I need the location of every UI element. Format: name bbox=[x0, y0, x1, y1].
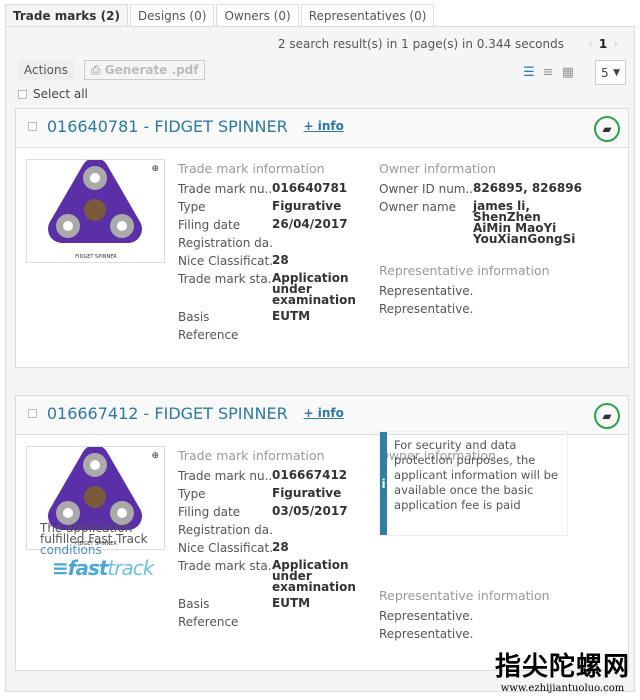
more-info-link[interactable]: + info bbox=[304, 119, 344, 133]
watermark: 指尖陀螺网 www.ezhijiantuoluo.com bbox=[495, 646, 630, 694]
spinner-caption: FIDGET SPINNER bbox=[75, 254, 117, 260]
pdf-icon: ⎙ bbox=[91, 63, 105, 77]
tab-owners[interactable]: Owners (0) bbox=[216, 4, 299, 27]
field-label: Trade mark nu... bbox=[178, 470, 272, 483]
field-label: Registration da... bbox=[178, 524, 272, 537]
grid-icon[interactable]: ▦ bbox=[562, 65, 574, 80]
fasttrack-note: The application fulfilled Fast Track con… bbox=[40, 522, 160, 557]
field-value: james li, ShenZhen AiMin MaoYi YouXianGo… bbox=[473, 199, 576, 246]
field-label: Type bbox=[178, 201, 206, 214]
field-label: Filing date bbox=[178, 506, 241, 519]
field-label: Reference bbox=[178, 616, 239, 629]
generate-pdf-label: Generate .pdf bbox=[104, 63, 199, 77]
field-label: Representative... bbox=[379, 628, 473, 641]
chevron-down-icon: ▼ bbox=[613, 68, 620, 78]
watermark-text: 指尖陀螺网 bbox=[494, 652, 630, 682]
actions-label: Actions bbox=[18, 60, 74, 80]
trademark-info: Trade mark information Trade mark nu... 0… bbox=[178, 448, 368, 634]
per-page-value: 5 bbox=[601, 66, 609, 80]
section-heading: Trade mark information bbox=[178, 448, 325, 463]
prev-page-icon[interactable]: ‹ bbox=[588, 37, 593, 51]
zoom-icon[interactable]: ⊕ bbox=[151, 164, 159, 174]
field-label: Trade mark sta... bbox=[178, 273, 272, 286]
folder-icon[interactable]: ▰ bbox=[594, 403, 620, 429]
watermark-url: www.ezhijiantuoluo.com bbox=[500, 683, 625, 694]
tab-representatives[interactable]: Representatives (0) bbox=[300, 4, 435, 27]
result-card: 016667412 - FIDGET SPINNER + info ▰ ⊕ FI… bbox=[15, 395, 629, 671]
result-card: 016640781 - FIDGET SPINNER + info ▰ ⊕ FI… bbox=[15, 108, 629, 368]
field-label: Nice Classificat... bbox=[178, 255, 272, 268]
select-all-label: Select all bbox=[33, 87, 88, 101]
field-label: Representative... bbox=[379, 610, 473, 623]
owner-info: Owner information Owner ID num... 826895,… bbox=[379, 161, 599, 321]
field-label: Trade mark sta... bbox=[178, 560, 272, 573]
field-label: Reference bbox=[178, 329, 239, 342]
field-label: Owner ID num... bbox=[379, 183, 473, 196]
section-heading: Owner information bbox=[379, 161, 496, 176]
list-icon[interactable]: ☰ bbox=[523, 65, 535, 80]
section-heading: Trade mark information bbox=[178, 161, 325, 176]
folder-icon[interactable]: ▰ bbox=[594, 116, 620, 142]
fasttrack-conditions-link[interactable]: conditions bbox=[40, 543, 102, 557]
select-all[interactable]: Select all bbox=[18, 87, 88, 101]
field-label: Nice Classificat... bbox=[178, 542, 272, 555]
field-value: EUTM bbox=[272, 309, 311, 323]
compact-list-icon[interactable]: ≡ bbox=[543, 65, 554, 80]
field-value: Figurative bbox=[272, 199, 342, 213]
results-panel: 2 search result(s) in 1 page(s) in 0.344… bbox=[5, 26, 635, 692]
tab-bar: Trade marks (2) Designs (0) Owners (0) R… bbox=[5, 4, 436, 27]
tab-designs[interactable]: Designs (0) bbox=[129, 4, 215, 27]
card-header: 016667412 - FIDGET SPINNER + info ▰ bbox=[16, 396, 628, 435]
trademark-image[interactable]: ⊕ FIDGET SPINNER bbox=[26, 158, 165, 263]
field-value: Application under examination bbox=[272, 558, 356, 594]
field-label: Representative... bbox=[379, 303, 473, 316]
field-value: 016667412 bbox=[272, 468, 348, 482]
data-protection-notice: i For security and data protection purpo… bbox=[379, 431, 568, 536]
card-title-link[interactable]: 016667412 - FIDGET SPINNER bbox=[47, 404, 288, 423]
tab-trade-marks[interactable]: Trade marks (2) bbox=[5, 4, 128, 27]
select-all-checkbox[interactable] bbox=[18, 90, 27, 99]
trademark-info: Trade mark information Trade mark nu... 0… bbox=[178, 161, 368, 347]
field-label: Basis bbox=[178, 598, 210, 611]
field-value: 016640781 bbox=[272, 181, 348, 195]
zoom-icon[interactable]: ⊕ bbox=[151, 451, 159, 461]
field-label: Type bbox=[178, 488, 206, 501]
field-label: Filing date bbox=[178, 219, 241, 232]
more-info-link[interactable]: + info bbox=[304, 406, 344, 420]
card-checkbox[interactable] bbox=[28, 122, 37, 131]
field-value: 28 bbox=[272, 253, 289, 267]
section-heading: Representative information bbox=[379, 588, 550, 603]
results-summary: 2 search result(s) in 1 page(s) in 0.344… bbox=[277, 37, 564, 51]
card-checkbox[interactable] bbox=[28, 409, 37, 418]
generate-pdf-button[interactable]: ⎙ Generate .pdf bbox=[84, 60, 206, 80]
field-value: Application under examination bbox=[272, 271, 356, 307]
field-value: 26/04/2017 bbox=[272, 217, 348, 231]
view-switcher: ☰ ≡ ▦ bbox=[523, 65, 574, 80]
pagination: ‹ 1 › bbox=[582, 37, 624, 51]
info-icon: i bbox=[380, 432, 388, 535]
field-value: Figurative bbox=[272, 486, 342, 500]
card-header: 016640781 - FIDGET SPINNER + info ▰ bbox=[16, 109, 628, 148]
field-label: Owner name bbox=[379, 201, 457, 214]
current-page[interactable]: 1 bbox=[599, 37, 607, 51]
field-value: EUTM bbox=[272, 596, 311, 610]
field-value: 03/05/2017 bbox=[272, 504, 348, 518]
field-label: Trade mark nu... bbox=[178, 183, 272, 196]
field-value: 826895, 826896 bbox=[473, 181, 582, 195]
per-page-select[interactable]: 5 ▼ bbox=[595, 60, 626, 85]
field-label: Representative... bbox=[379, 285, 473, 298]
next-page-icon[interactable]: › bbox=[613, 37, 618, 51]
card-title-link[interactable]: 016640781 - FIDGET SPINNER bbox=[47, 117, 288, 136]
field-label: Basis bbox=[178, 311, 210, 324]
fasttrack-logo: ≡fasttrack bbox=[52, 556, 154, 580]
field-value: 28 bbox=[272, 540, 289, 554]
field-label: Registration da... bbox=[178, 237, 272, 250]
section-heading: Representative information bbox=[379, 263, 550, 278]
representative-info: Representative information Representativ… bbox=[379, 588, 599, 646]
spinner-image: FIDGET SPINNER bbox=[48, 158, 142, 260]
notice-text: For security and data protection purpose… bbox=[394, 438, 558, 512]
